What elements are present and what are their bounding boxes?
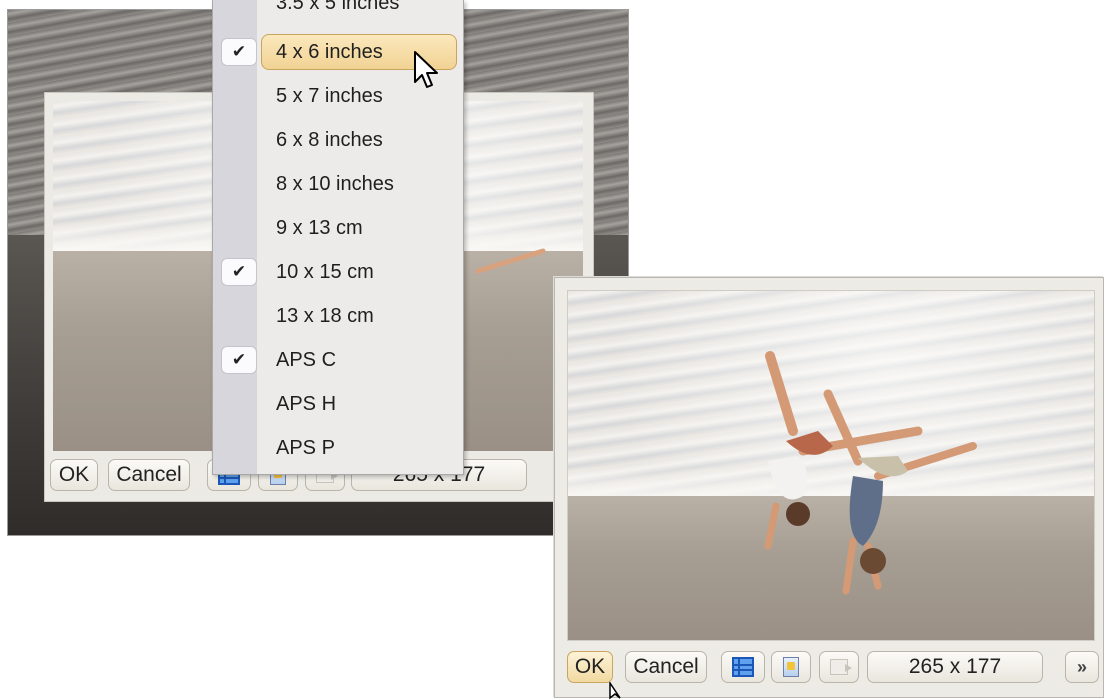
- menu-item-label: APS H: [276, 393, 337, 415]
- menu-item-label: 3.5 x 5 inches: [276, 0, 400, 14]
- size-readout: 265 x 177: [867, 651, 1043, 683]
- list-layout-icon: [732, 657, 754, 677]
- print-size-button[interactable]: [771, 651, 811, 683]
- menu-item-aps-p[interactable]: APS P: [213, 429, 463, 467]
- menu-item-9x13-cm[interactable]: 9 x 13 cm: [213, 209, 463, 247]
- menu-item-label: 5 x 7 inches: [276, 85, 383, 107]
- menu-item-label: 13 x 18 cm: [276, 305, 374, 327]
- menu-item-label: 6 x 8 inches: [276, 129, 383, 151]
- ok-button[interactable]: OK: [50, 459, 98, 491]
- menu-item-label: 9 x 13 cm: [276, 217, 363, 239]
- menu-item-label: 8 x 10 inches: [276, 173, 394, 195]
- export-icon: [830, 659, 852, 675]
- ok-button[interactable]: OK: [567, 651, 613, 683]
- check-icon: ✔: [221, 38, 257, 66]
- cancel-button[interactable]: Cancel: [625, 651, 707, 683]
- menu-item-label: APS P: [276, 437, 335, 459]
- menu-item-aps-c[interactable]: ✔ APS C: [213, 341, 463, 379]
- page-icon: [783, 657, 799, 677]
- layout-button[interactable]: [721, 651, 765, 683]
- export-button[interactable]: [819, 651, 859, 683]
- menu-item-label: 4 x 6 inches: [276, 41, 383, 63]
- menu-item-6x8-inches[interactable]: 6 x 8 inches: [213, 121, 463, 159]
- photo-preview: [567, 290, 1095, 641]
- menu-item-3-5x5-inches[interactable]: 3.5 x 5 inches: [213, 0, 463, 22]
- check-icon: ✔: [221, 346, 257, 374]
- crop-dialog-right: OK Cancel 265 x 177 »: [554, 277, 1104, 698]
- menu-item-label: 10 x 15 cm: [276, 261, 374, 283]
- cancel-button[interactable]: Cancel: [108, 459, 190, 491]
- menu-item-8x10-inches[interactable]: 8 x 10 inches: [213, 165, 463, 203]
- menu-item-aps-h[interactable]: APS H: [213, 385, 463, 423]
- menu-item-label: APS C: [276, 349, 337, 371]
- menu-item-10x15-cm[interactable]: ✔ 10 x 15 cm: [213, 253, 463, 291]
- more-options-button[interactable]: »: [1065, 651, 1099, 683]
- check-icon: ✔: [221, 258, 257, 286]
- cartwheel-figures: [764, 351, 977, 595]
- figure-arm: [475, 248, 546, 274]
- menu-item-13x18-cm[interactable]: 13 x 18 cm: [213, 297, 463, 335]
